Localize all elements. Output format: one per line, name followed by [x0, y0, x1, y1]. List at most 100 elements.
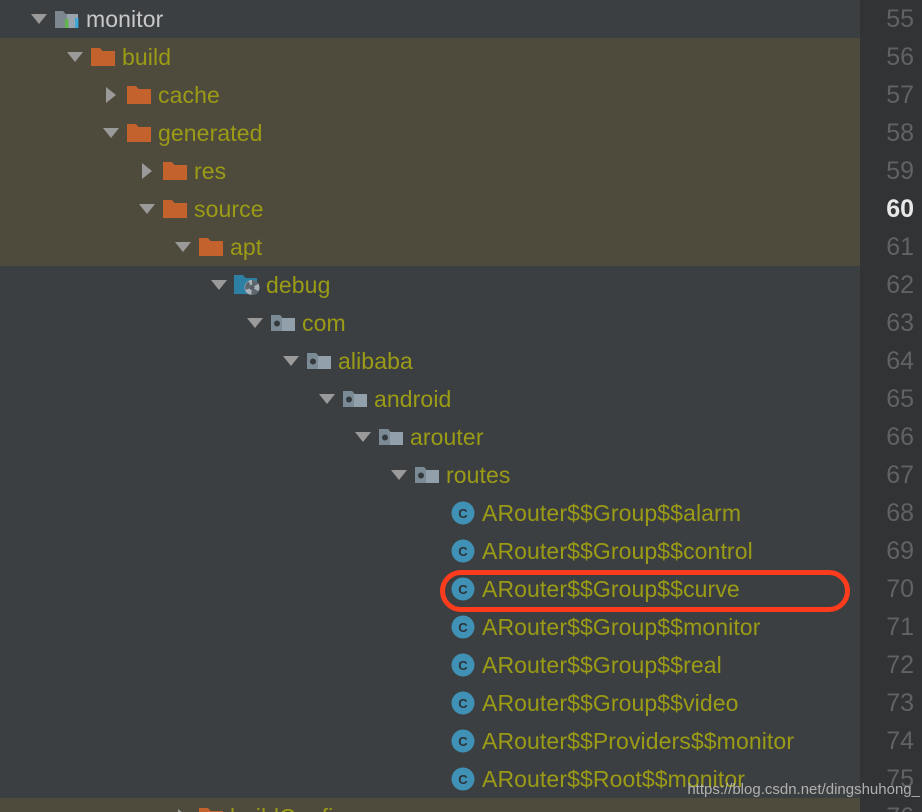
tree-row-label: apt — [230, 234, 263, 260]
tree-row-label: ARouter$$Group$$control — [482, 538, 753, 564]
tree-row[interactable]: com — [0, 304, 860, 342]
twisty-placeholder — [422, 722, 448, 760]
tree-row-label: res — [194, 158, 227, 184]
tree-row-label: build — [122, 44, 172, 70]
folder-icon — [196, 798, 226, 812]
tree-row[interactable]: debug — [0, 266, 860, 304]
twisty-placeholder — [422, 608, 448, 646]
tree-row[interactable]: C ARouter$$Group$$monitor — [0, 608, 860, 646]
line-number: 62 — [886, 271, 914, 299]
tree-row[interactable]: buildConfig — [0, 798, 860, 812]
svg-text:C: C — [458, 620, 468, 635]
line-number: 65 — [886, 385, 914, 413]
tree-row-label: android — [374, 386, 452, 412]
line-number: 76 — [860, 798, 914, 812]
line-number: 67 — [886, 461, 914, 489]
chevron-down-icon[interactable] — [242, 304, 268, 342]
chevron-down-icon[interactable] — [278, 342, 304, 380]
class-icon: C — [448, 646, 478, 684]
folder-icon — [196, 228, 226, 266]
tree-row-label: cache — [158, 82, 220, 108]
tree-row-label: com — [302, 310, 346, 336]
svg-text:C: C — [458, 658, 468, 673]
svg-text:C: C — [458, 506, 468, 521]
chevron-right-icon[interactable] — [98, 76, 124, 114]
folder-icon — [124, 114, 154, 152]
file-tree[interactable]: monitor build cache generated res source apt de… — [0, 0, 860, 812]
svg-text:C: C — [458, 582, 468, 597]
svg-text:C: C — [458, 544, 468, 559]
tree-row[interactable]: C ARouter$$Group$$control — [0, 532, 860, 570]
module-monitor-icon — [52, 0, 82, 38]
tree-row[interactable]: generated — [0, 114, 860, 152]
tree-row[interactable]: C ARouter$$Group$$curve — [0, 570, 860, 608]
class-icon: C — [448, 760, 478, 798]
tree-row-label: ARouter$$Group$$monitor — [482, 614, 761, 640]
twisty-placeholder — [422, 570, 448, 608]
line-number: 64 — [886, 347, 914, 375]
package-icon — [340, 380, 370, 418]
line-number: 63 — [886, 309, 914, 337]
chevron-down-icon[interactable] — [350, 418, 376, 456]
twisty-placeholder — [422, 760, 448, 798]
watermark-text: https://blog.csdn.net/dingshuhong_ — [687, 781, 920, 798]
tree-row[interactable]: monitor — [0, 0, 860, 38]
line-number: 74 — [886, 727, 914, 755]
class-icon: C — [448, 570, 478, 608]
package-icon — [304, 342, 334, 380]
package-icon — [412, 456, 442, 494]
editor-line-number-gutter: 55 56 57 58 59 60 61 62 63 64 65 66 67 68 69 70 71 72 73 74… — [860, 0, 922, 812]
line-number: 58 — [886, 119, 914, 147]
tree-row-label: debug — [266, 272, 331, 298]
twisty-placeholder — [422, 684, 448, 722]
line-number: 55 — [886, 5, 914, 33]
twisty-placeholder — [422, 532, 448, 570]
source-folder-icon — [232, 266, 262, 304]
tree-row-label: arouter — [410, 424, 484, 450]
tree-row[interactable]: android — [0, 380, 860, 418]
tree-row[interactable]: res — [0, 152, 860, 190]
package-icon — [376, 418, 406, 456]
chevron-right-icon[interactable] — [134, 152, 160, 190]
tree-row[interactable]: build — [0, 38, 860, 76]
tree-row[interactable]: C ARouter$$Providers$$monitor — [0, 722, 860, 760]
line-number: 70 — [886, 575, 914, 603]
twisty-placeholder — [422, 646, 448, 684]
tree-row[interactable]: source — [0, 190, 860, 228]
chevron-down-icon[interactable] — [314, 380, 340, 418]
line-number: 69 — [886, 537, 914, 565]
chevron-down-icon[interactable] — [62, 38, 88, 76]
chevron-down-icon[interactable] — [26, 0, 52, 38]
tree-row[interactable]: cache — [0, 76, 860, 114]
tree-row[interactable]: apt — [0, 228, 860, 266]
chevron-down-icon[interactable] — [170, 228, 196, 266]
chevron-down-icon[interactable] — [134, 190, 160, 228]
chevron-down-icon[interactable] — [386, 456, 412, 494]
chevron-down-icon[interactable] — [98, 114, 124, 152]
tree-row[interactable]: alibaba — [0, 342, 860, 380]
class-icon: C — [448, 532, 478, 570]
tree-row[interactable]: arouter — [0, 418, 860, 456]
tree-row[interactable]: C ARouter$$Group$$real — [0, 646, 860, 684]
line-number: 57 — [886, 81, 914, 109]
line-number: 61 — [886, 233, 914, 261]
tree-row[interactable]: routes — [0, 456, 860, 494]
svg-text:C: C — [458, 772, 468, 787]
tree-row-label: buildConfig — [230, 798, 346, 812]
tree-row[interactable]: C ARouter$$Group$$alarm — [0, 494, 860, 532]
line-number: 68 — [886, 499, 914, 527]
class-icon: C — [448, 494, 478, 532]
line-number: 56 — [886, 43, 914, 71]
project-tree-panel: monitor build cache generated res source apt de… — [0, 0, 922, 812]
tree-row[interactable]: C ARouter$$Group$$video — [0, 684, 860, 722]
tree-row-label: ARouter$$Group$$curve — [482, 576, 740, 602]
tree-row-label: ARouter$$Group$$alarm — [482, 500, 742, 526]
chevron-right-icon[interactable] — [170, 798, 196, 812]
line-number: 71 — [886, 613, 914, 641]
class-icon: C — [448, 722, 478, 760]
tree-row-label: generated — [158, 120, 263, 146]
folder-icon — [88, 38, 118, 76]
folder-icon — [160, 152, 190, 190]
chevron-down-icon[interactable] — [206, 266, 232, 304]
svg-text:C: C — [458, 734, 468, 749]
